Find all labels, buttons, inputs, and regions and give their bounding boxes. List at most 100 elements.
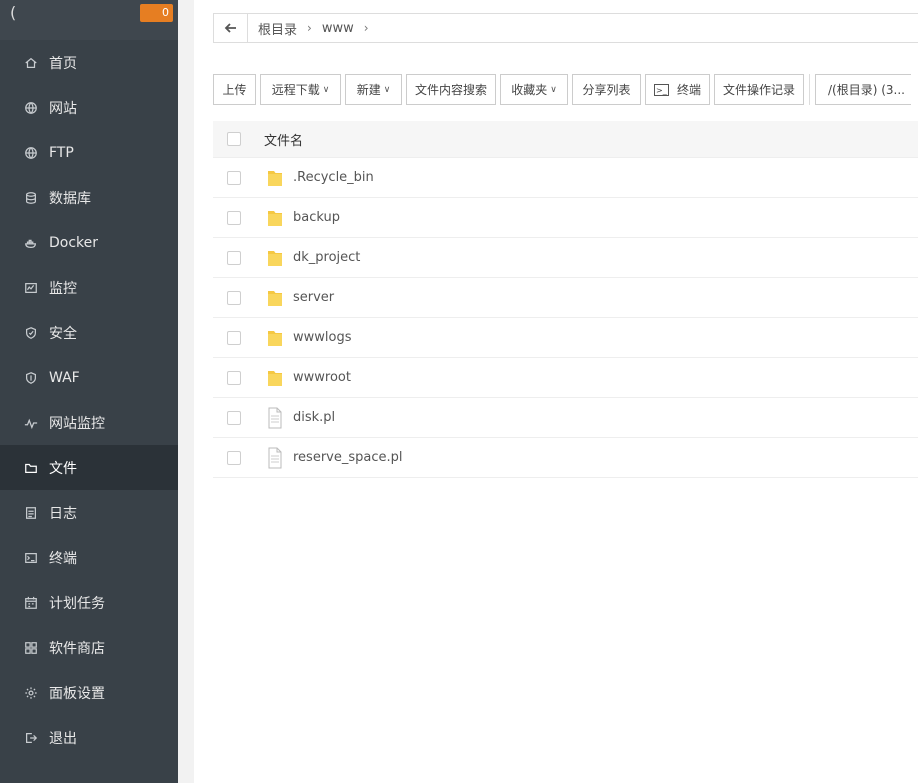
notification-badge[interactable]: 0: [140, 4, 173, 22]
folder-icon: [266, 367, 284, 389]
row-checkbox[interactable]: [227, 330, 241, 345]
file-name[interactable]: disk.pl: [293, 410, 335, 425]
row-checkbox[interactable]: [227, 450, 241, 465]
terminal-icon: [23, 550, 39, 566]
file-op-log-button[interactable]: 文件操作记录: [714, 74, 804, 105]
toolbar: 上传 远程下载 ∨ 新建 ∨ 文件内容搜索 收藏夹 ∨ 分享列表 >_ 终端 文件操作记…: [213, 74, 911, 105]
terminal-button[interactable]: >_ 终端: [645, 74, 710, 105]
file-table: 文件名 .Recycle_binbackup dk_projectserver ww…: [213, 121, 918, 478]
upload-button[interactable]: 上传: [213, 74, 256, 105]
sidebar-item-label: 网站监控: [49, 415, 105, 432]
table-row[interactable]: reserve_space.pl: [213, 438, 918, 478]
sidebar-item-4[interactable]: Docker: [0, 220, 178, 265]
column-filename[interactable]: 文件名: [264, 130, 303, 149]
folder-icon: [266, 167, 284, 189]
sidebar-item-14[interactable]: 面板设置: [0, 670, 178, 715]
grid-icon: [23, 640, 39, 656]
sidebar-item-9[interactable]: 文件: [0, 445, 178, 490]
new-label: 新建: [356, 83, 381, 97]
chevron-right-icon: ›: [363, 21, 369, 35]
table-row[interactable]: backup: [213, 198, 918, 238]
sidebar-item-12[interactable]: 计划任务: [0, 580, 178, 625]
sidebar-item-label: 数据库: [49, 190, 91, 207]
sidebar-header: ( 0: [0, 0, 178, 40]
sidebar-item-5[interactable]: 监控: [0, 265, 178, 310]
home-icon: [23, 55, 39, 71]
table-row[interactable]: disk.pl: [213, 398, 918, 438]
file-icon: [266, 407, 284, 429]
favorites-label: 收藏夹: [511, 83, 548, 97]
calendar-icon: [23, 595, 39, 611]
row-checkbox[interactable]: [227, 170, 241, 185]
table-row[interactable]: wwwroot: [213, 358, 918, 398]
back-button[interactable]: [214, 14, 248, 42]
favorites-button[interactable]: 收藏夹 ∨: [500, 74, 568, 105]
chevron-down-icon: ∨: [322, 84, 330, 95]
toolbar-divider: [809, 74, 810, 105]
folder-icon: [266, 247, 284, 269]
sidebar-item-label: 终端: [49, 550, 77, 567]
row-checkbox[interactable]: [227, 290, 241, 305]
sidebar-item-15[interactable]: 退出: [0, 715, 178, 760]
sidebar-item-label: FTP: [49, 144, 74, 161]
content-search-button[interactable]: 文件内容搜索: [406, 74, 496, 105]
file-name[interactable]: backup: [293, 210, 340, 225]
share-list-button[interactable]: 分享列表: [572, 74, 641, 105]
sidebar-item-1[interactable]: 网站: [0, 85, 178, 130]
upload-label: 上传: [222, 83, 247, 97]
sidebar-item-0[interactable]: 首页: [0, 40, 178, 85]
chevron-right-icon: ›: [307, 21, 312, 35]
content-gutter: [178, 0, 194, 783]
select-all-checkbox[interactable]: [227, 132, 241, 146]
gear-icon: [23, 685, 39, 701]
row-checkbox[interactable]: [227, 210, 241, 225]
disk-selector-button[interactable]: /(根目录) (3...: [815, 74, 911, 105]
sidebar-item-3[interactable]: 数据库: [0, 175, 178, 220]
table-header: 文件名: [213, 121, 918, 158]
sidebar-item-7[interactable]: WAF: [0, 355, 178, 400]
shield-icon: [23, 325, 39, 341]
folder-icon: [266, 207, 284, 229]
arrow-left-icon: [224, 23, 236, 33]
breadcrumb-www-label: www: [321, 20, 354, 36]
table-row[interactable]: .Recycle_bin: [213, 158, 918, 198]
sidebar-item-label: 首页: [49, 55, 77, 72]
row-checkbox[interactable]: [227, 370, 241, 385]
table-row[interactable]: wwwlogs: [213, 318, 918, 358]
sidebar-item-6[interactable]: 安全: [0, 310, 178, 355]
remote-download-label: 远程下载: [271, 83, 320, 97]
file-op-log-label: 文件操作记录: [722, 83, 795, 97]
breadcrumb-www[interactable]: www ›: [322, 21, 369, 36]
sidebar-item-11[interactable]: 终端: [0, 535, 178, 580]
content-search-label: 文件内容搜索: [414, 83, 487, 97]
file-name[interactable]: server: [293, 290, 334, 305]
new-button[interactable]: 新建 ∨: [345, 74, 402, 105]
file-name[interactable]: wwwroot: [293, 370, 351, 385]
sidebar-item-label: 软件商店: [49, 640, 105, 657]
globe-icon: [23, 100, 39, 116]
sidebar-item-8[interactable]: 网站监控: [0, 400, 178, 445]
pulse-icon: [23, 415, 39, 431]
docker-icon: [23, 235, 39, 251]
monitor-icon: [23, 280, 39, 296]
table-row[interactable]: dk_project: [213, 238, 918, 278]
breadcrumb-root[interactable]: 根目录 ›: [258, 19, 312, 38]
folder-icon: [266, 287, 284, 309]
file-icon: [266, 447, 284, 469]
file-name[interactable]: reserve_space.pl: [293, 450, 403, 465]
waf-shield-icon: [23, 370, 39, 386]
terminal-label: 终端: [676, 83, 701, 97]
sidebar-item-2[interactable]: FTP: [0, 130, 178, 175]
sidebar-item-10[interactable]: 日志: [0, 490, 178, 535]
file-name[interactable]: dk_project: [293, 250, 360, 265]
file-name[interactable]: .Recycle_bin: [293, 170, 374, 185]
remote-download-button[interactable]: 远程下载 ∨: [260, 74, 341, 105]
terminal-icon: >_: [653, 83, 669, 96]
file-name[interactable]: wwwlogs: [293, 330, 352, 345]
table-row[interactable]: server: [213, 278, 918, 318]
row-checkbox[interactable]: [227, 250, 241, 265]
row-checkbox[interactable]: [227, 410, 241, 425]
sidebar-item-13[interactable]: 软件商店: [0, 625, 178, 670]
chevron-down-icon: ∨: [383, 84, 391, 95]
logo-icon: (: [10, 3, 17, 22]
